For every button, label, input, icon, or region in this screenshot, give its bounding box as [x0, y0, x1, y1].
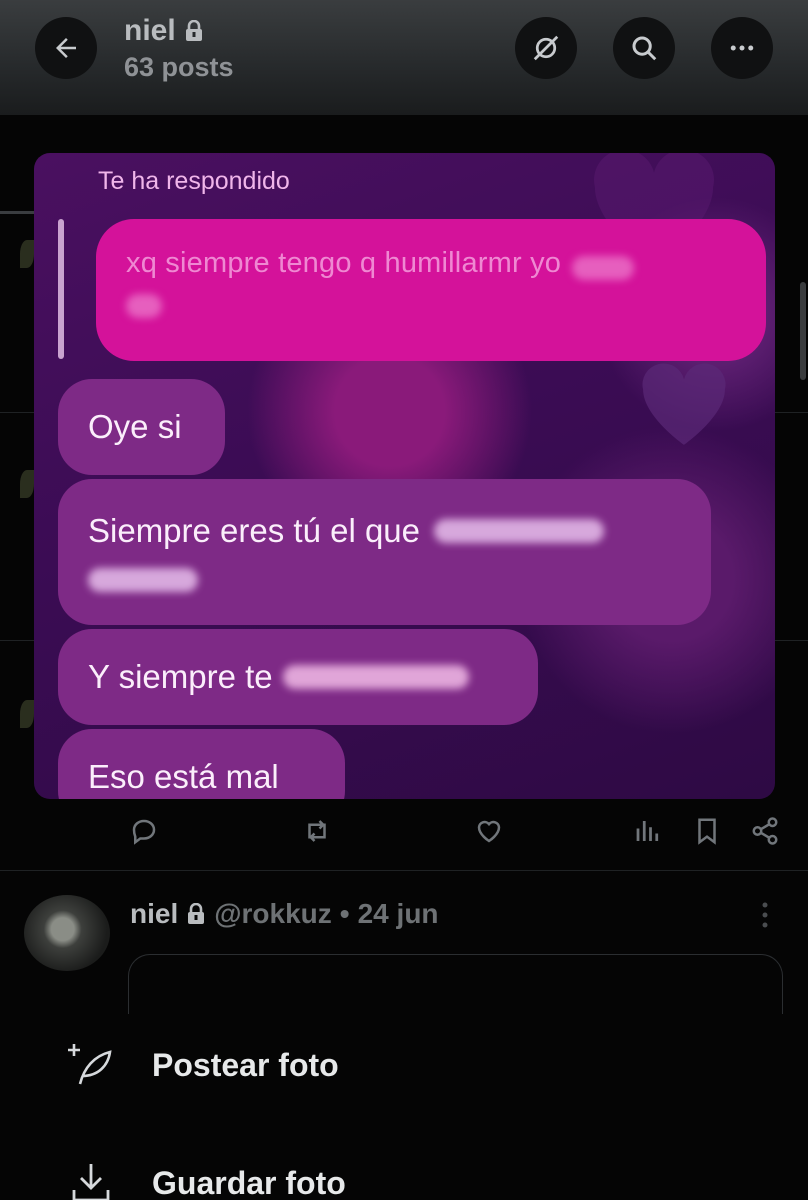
message-bubble: Oye si: [58, 379, 225, 475]
feather-plus-icon: [66, 1040, 116, 1090]
avatar: [20, 700, 34, 728]
like-icon: [477, 820, 501, 843]
tweet-actions: [0, 812, 808, 852]
redacted-text: [88, 568, 198, 592]
share-button[interactable]: [750, 816, 780, 846]
tweet-date[interactable]: 24 jun: [358, 898, 439, 930]
like-button[interactable]: [474, 816, 504, 846]
bookmark-button[interactable]: [692, 816, 722, 846]
post-photo-option[interactable]: Postear foto: [66, 1040, 339, 1090]
separator: •: [339, 898, 350, 929]
profile-header: niel 63 posts: [0, 0, 808, 115]
post-photo-label: Postear foto: [152, 1046, 339, 1083]
redacted-text: [126, 294, 162, 318]
search-button[interactable]: [613, 17, 675, 79]
message-text: Oye si: [88, 408, 182, 445]
author-handle[interactable]: @rokkuz: [214, 898, 332, 930]
quote-bar: [58, 219, 64, 359]
arrow-left-icon: [56, 38, 76, 58]
profile-title: niel: [124, 14, 204, 48]
redacted-text: [282, 665, 469, 689]
message-text: Siempre eres tú el que: [88, 512, 421, 549]
message-bubble: Y siempre te: [58, 629, 538, 725]
profile-name: niel: [124, 14, 176, 47]
media-card[interactable]: [128, 954, 783, 1014]
redacted-text: [571, 255, 634, 280]
divider: [0, 870, 808, 871]
message-text: Eso está mal: [88, 758, 279, 795]
repost-button[interactable]: [302, 816, 332, 846]
avatar: [20, 470, 34, 498]
no-recommendations-icon: [533, 35, 559, 61]
more-button[interactable]: [711, 17, 773, 79]
lock-icon: [186, 903, 206, 925]
quoted-text: xq siempre tengo q humillarmr yo: [126, 247, 562, 279]
views-button[interactable]: [633, 816, 663, 846]
avatar[interactable]: [24, 895, 110, 971]
views-icon: [636, 821, 659, 841]
heart-icon: [634, 359, 734, 449]
download-icon: [66, 1158, 116, 1200]
story-reply-label: Te ha respondido: [98, 167, 290, 195]
save-photo-label: Guardar foto: [152, 1164, 346, 1200]
scrollbar[interactable]: [800, 282, 806, 380]
repost-icon: [308, 820, 326, 842]
back-button[interactable]: [35, 17, 97, 79]
reply-icon: [132, 819, 156, 845]
more-vertical-icon[interactable]: [757, 900, 773, 930]
share-icon: [752, 817, 778, 845]
avatar: [20, 240, 34, 268]
no-recommendations-button[interactable]: [515, 17, 577, 79]
message-bubble: Eso está mal: [58, 729, 345, 799]
search-icon: [632, 36, 657, 61]
message-text: Y siempre te: [88, 658, 273, 695]
quoted-message: xq siempre tengo q humillarmr yo: [96, 219, 766, 361]
message-bubble: Siempre eres tú el que: [58, 479, 711, 625]
lock-icon: [184, 20, 204, 42]
redacted-text: [434, 519, 605, 543]
story-reply-card[interactable]: Te ha respondido xq siempre tengo q humi…: [34, 153, 775, 799]
post-count: 63 posts: [124, 52, 234, 82]
reply-button[interactable]: [129, 816, 159, 846]
bookmark-icon: [698, 818, 716, 845]
save-photo-option[interactable]: Guardar foto: [66, 1158, 346, 1200]
more-horizontal-icon: [730, 45, 754, 51]
tweet-header: niel @rokkuz • 24 jun: [130, 898, 439, 930]
author-name[interactable]: niel: [130, 898, 178, 930]
